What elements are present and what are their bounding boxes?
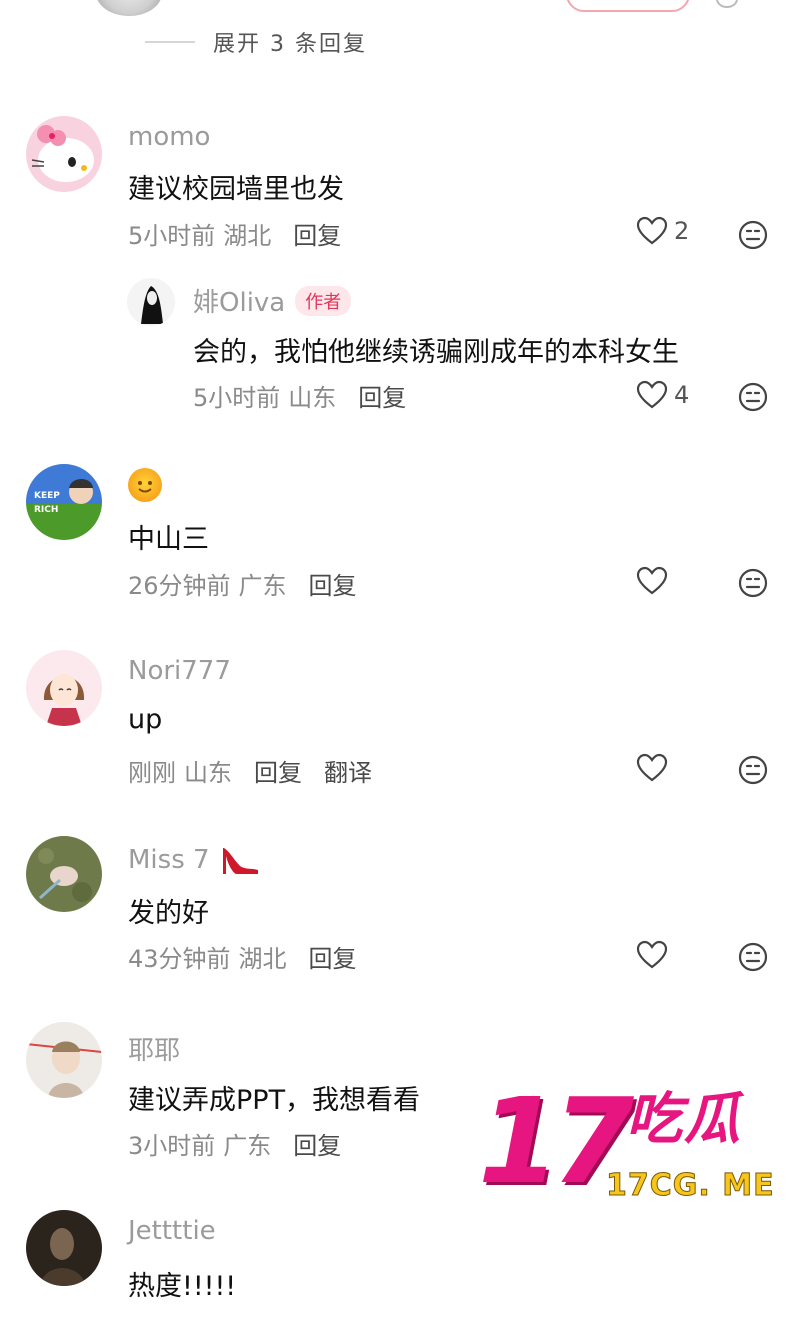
dislike-face-icon[interactable] xyxy=(737,754,769,786)
avatar[interactable] xyxy=(26,836,102,912)
follow-button[interactable] xyxy=(566,0,690,12)
dislike-face-icon[interactable] xyxy=(737,219,769,251)
comment-time: 3小时前 xyxy=(128,1132,216,1160)
expand-replies[interactable]: 展开 3 条回复 xyxy=(145,22,367,62)
comment-meta: 5小时前 湖北 回复 xyxy=(128,216,341,251)
hello-kitty-icon xyxy=(26,116,102,192)
comment-location: 湖北 xyxy=(238,945,287,973)
previous-comment-avatar[interactable] xyxy=(96,0,162,16)
reply-avatar-icon xyxy=(127,278,175,326)
watermark-brand: 吃瓜 xyxy=(626,1087,742,1152)
like-count: 2 xyxy=(674,217,690,245)
avatar[interactable] xyxy=(26,650,102,726)
username[interactable]: Miss 7 xyxy=(128,842,260,878)
expand-divider xyxy=(145,41,195,43)
reply-button[interactable]: 回复 xyxy=(293,216,341,251)
like-button[interactable]: 4 xyxy=(636,380,689,410)
author-badge: 作者 xyxy=(295,285,352,316)
avatar[interactable]: KEEP RICH xyxy=(26,464,102,540)
username[interactable]: momo xyxy=(128,122,210,152)
cat-on-grass-avatar-icon xyxy=(26,836,102,912)
comment-meta: 3小时前 广东 回复 xyxy=(128,1126,341,1161)
comment-text: 建议校园墙里也发 xyxy=(128,174,344,205)
reply-button[interactable]: 回复 xyxy=(254,753,302,788)
svg-text:RICH: RICH xyxy=(34,505,58,515)
heart-icon xyxy=(636,940,668,969)
watermark-logo: 17 吃瓜 17CG. ME xyxy=(478,1082,798,1207)
heart-icon xyxy=(636,216,668,245)
username[interactable]: 耶耶 xyxy=(128,1030,180,1067)
reply-username[interactable]: 婔Oliva 作者 xyxy=(193,282,352,319)
comment-text: 建议弄成PPT，我想看看 xyxy=(128,1085,421,1116)
like-button[interactable] xyxy=(636,566,668,596)
reply-button[interactable]: 回复 xyxy=(293,1126,341,1161)
comment-location: 广东 xyxy=(223,1132,272,1160)
comment-location: 湖北 xyxy=(223,222,272,250)
comment-time: 刚刚 xyxy=(128,759,176,787)
heart-icon xyxy=(636,380,668,409)
watermark-number: 17 xyxy=(478,1072,634,1210)
avatar[interactable] xyxy=(26,116,102,192)
comment-text: up xyxy=(128,704,163,735)
anime-girl-avatar-icon xyxy=(26,650,102,726)
comment-time: 5小时前 xyxy=(128,222,216,250)
comment-meta: 26分钟前 广东 回复 xyxy=(128,566,357,601)
heart-icon xyxy=(636,753,668,782)
expand-replies-label: 展开 3 条回复 xyxy=(213,32,367,57)
reply-meta: 5小时前 山东 回复 xyxy=(193,378,406,413)
dark-portrait-avatar-icon xyxy=(26,1210,102,1286)
avatar[interactable] xyxy=(26,1022,102,1098)
keep-rich-avatar-icon: KEEP RICH xyxy=(26,464,102,540)
comment-text: 发的好 xyxy=(128,898,209,929)
reply-avatar[interactable] xyxy=(127,278,175,326)
reply-time: 5小时前 xyxy=(193,384,281,412)
comment-location: 广东 xyxy=(238,572,287,600)
high-heel-icon xyxy=(222,848,258,874)
like-count: 4 xyxy=(674,381,690,409)
comment-location: 山东 xyxy=(184,759,232,787)
comment-time: 26分钟前 xyxy=(128,572,231,600)
sun-emoji-icon xyxy=(128,468,162,502)
avatar[interactable] xyxy=(26,1210,102,1286)
comment-meta: 43分钟前 湖北 回复 xyxy=(128,939,357,974)
svg-text:KEEP: KEEP xyxy=(34,491,60,501)
heart-icon xyxy=(636,566,668,595)
translate-button[interactable]: 翻译 xyxy=(324,753,372,788)
watermark-url: 17CG. ME xyxy=(606,1168,775,1204)
comment-time: 43分钟前 xyxy=(128,945,231,973)
reply-button[interactable]: 回复 xyxy=(358,378,406,413)
reply-button[interactable]: 回复 xyxy=(309,939,357,974)
reply-location: 山东 xyxy=(288,384,337,412)
like-button[interactable] xyxy=(636,940,668,970)
dislike-face-icon[interactable] xyxy=(737,941,769,973)
username[interactable] xyxy=(128,468,162,502)
username[interactable]: Nori777 xyxy=(128,656,231,686)
dislike-face-icon[interactable] xyxy=(737,381,769,413)
comment-text: 中山三 xyxy=(128,524,209,555)
username[interactable]: Jettttie xyxy=(128,1216,216,1246)
anime-character-avatar-icon xyxy=(26,1022,102,1098)
like-button[interactable] xyxy=(636,753,668,783)
comment-text: 热度!!!!! xyxy=(128,1271,237,1302)
reply-text: 会的，我怕他继续诱骗刚成年的本科女生 xyxy=(193,337,679,368)
dislike-face-icon[interactable] xyxy=(737,567,769,599)
like-button[interactable]: 2 xyxy=(636,216,689,246)
reply-button[interactable]: 回复 xyxy=(309,566,357,601)
more-icon[interactable] xyxy=(716,0,738,8)
comment-meta: 刚刚 山东 回复 翻译 xyxy=(128,753,372,788)
